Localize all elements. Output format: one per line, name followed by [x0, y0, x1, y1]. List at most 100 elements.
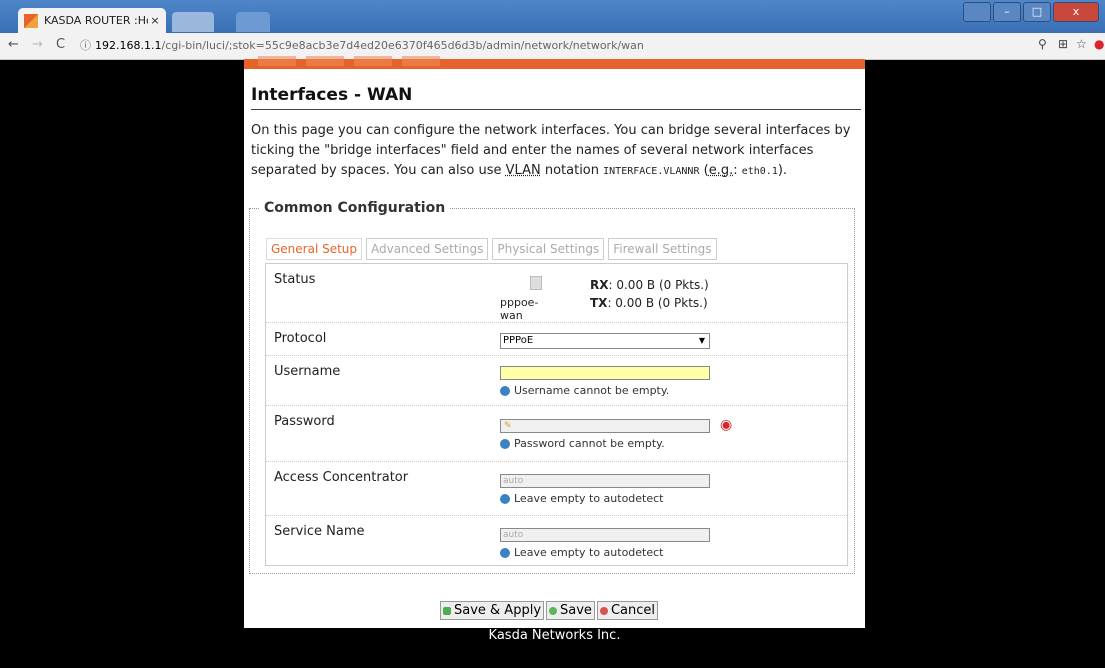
translate-icon[interactable]: ⊞ [1058, 37, 1068, 51]
common-configuration-fieldset: Common Configuration General Setup Advan… [249, 200, 855, 574]
eth-example: eth0.1 [741, 166, 778, 177]
bookmark-star-icon[interactable]: ☆ [1076, 37, 1087, 51]
access-concentrator-field-wrap: auto Leave empty to autodetect [500, 474, 710, 505]
tx-value: : 0.00 B (0 Pkts.) [607, 296, 708, 310]
service-name-hint-text: Leave empty to autodetect [514, 546, 664, 559]
config-tabs: General Setup Advanced Settings Physical… [266, 238, 717, 260]
back-arrow-icon[interactable]: ← [8, 37, 19, 52]
router-page: Interfaces - WAN On this page you can co… [244, 56, 865, 628]
cancel-button[interactable]: Cancel [596, 601, 658, 620]
password-field-wrap: ✎ ◉ Password cannot be empty. [500, 417, 732, 450]
access-concentrator-hint: Leave empty to autodetect [500, 492, 710, 505]
service-name-input[interactable]: auto [500, 528, 710, 542]
url-host: 192.168.1.1 [95, 39, 162, 52]
info-icon[interactable]: ⓘ [80, 39, 91, 52]
cancel-icon [599, 606, 608, 615]
password-row: Password ✎ ◉ Password cannot be empty. [266, 406, 847, 462]
eg-colon: : [733, 163, 742, 178]
eg-open: ( [699, 163, 709, 178]
protocol-select-value: PPPoE [503, 335, 534, 346]
status-ifname: pppoe-wan [500, 296, 539, 322]
username-field-wrap: Username cannot be empty. [500, 366, 710, 397]
tab-title: KASDA ROUTER :Home [44, 14, 148, 27]
eg-close: ). [777, 163, 788, 178]
username-label: Username [274, 364, 341, 379]
info-icon [500, 438, 510, 449]
reveal-password-eye-icon[interactable]: ◉ [720, 417, 732, 433]
service-name-hint: Leave empty to autodetect [500, 546, 710, 559]
rx-stats: RX: 0.00 B (0 Pkts.) [590, 278, 709, 292]
status-label: Status [274, 272, 316, 287]
save-button[interactable]: Save [546, 601, 595, 620]
user-icon[interactable] [963, 2, 991, 22]
kasda-favicon-icon [24, 13, 38, 28]
chevron-down-icon: ▼ [698, 336, 705, 345]
service-name-label: Service Name [274, 524, 365, 539]
username-input[interactable] [500, 366, 710, 380]
url-path: /cgi-bin/luci/;stok=55c9e8acb3e7d4ed20e6… [161, 39, 644, 52]
access-concentrator-hint-text: Leave empty to autodetect [514, 492, 664, 505]
access-concentrator-input[interactable]: auto [500, 474, 710, 488]
footer-text: Kasda Networks Inc. [488, 628, 621, 643]
access-concentrator-row: Access Concentrator auto Leave empty to … [266, 462, 847, 516]
form-actions: Save & Apply Save Cancel [440, 601, 658, 620]
window-controls: – □ x [963, 2, 1099, 22]
access-concentrator-label: Access Concentrator [274, 470, 409, 485]
opera-extension-icon[interactable]: ● [1094, 37, 1104, 51]
top-menu-strip [244, 56, 865, 69]
general-setup-section: Status pppoe-wan RX: 0.00 B (0 Pkts.) TX… [265, 263, 848, 566]
protocol-field: PPPoE ▼ [500, 333, 710, 349]
save-apply-button[interactable]: Save & Apply [440, 601, 545, 620]
close-window-button[interactable]: x [1053, 2, 1099, 22]
password-hint-text: Password cannot be empty. [514, 437, 665, 450]
eg-abbr: e.g. [708, 163, 734, 178]
protocol-row: Protocol PPPoE ▼ [266, 323, 847, 356]
apply-icon [443, 606, 451, 615]
save-icon [549, 606, 558, 615]
tx-label: TX [590, 296, 608, 310]
save-label: Save [560, 603, 592, 618]
protocol-label: Protocol [274, 331, 327, 346]
status-row: Status pppoe-wan RX: 0.00 B (0 Pkts.) TX… [266, 264, 847, 323]
password-input[interactable]: ✎ [500, 419, 710, 433]
username-row: Username Username cannot be empty. [266, 356, 847, 406]
vlan-abbr: VLAN [505, 163, 541, 178]
page-title: Interfaces - WAN [251, 85, 861, 110]
minimize-button[interactable]: – [993, 2, 1021, 22]
url-field[interactable]: ⓘ 192.168.1.1/cgi-bin/luci/;stok=55c9e8ac… [80, 36, 1020, 56]
page-description: On this page you can configure the netwo… [251, 121, 856, 182]
tab-advanced-settings[interactable]: Advanced Settings [366, 238, 489, 260]
info-icon [500, 385, 510, 396]
reload-icon[interactable]: C [56, 37, 65, 52]
cancel-label: Cancel [610, 603, 655, 618]
browser-tab[interactable]: KASDA ROUTER :Home × [18, 8, 166, 33]
rx-label: RX [590, 278, 609, 292]
tab-firewall-settings[interactable]: Firewall Settings [608, 238, 717, 260]
password-hint: Password cannot be empty. [500, 437, 710, 450]
new-tab-button[interactable] [172, 12, 214, 32]
info-icon [500, 493, 510, 504]
window-titlebar: KASDA ROUTER :Home × – □ x [0, 0, 1105, 33]
tab-general-setup[interactable]: General Setup [266, 238, 363, 260]
save-apply-label: Save & Apply [454, 603, 542, 618]
address-bar: ← → C ⓘ 192.168.1.1/cgi-bin/luci/;stok=55… [0, 33, 1105, 60]
extension-icon[interactable]: ⚲ [1038, 37, 1047, 51]
info-icon [500, 547, 510, 558]
service-name-field-wrap: auto Leave empty to autodetect [500, 528, 710, 559]
fieldset-legend: Common Configuration [264, 200, 446, 216]
blurred-tab [236, 12, 270, 32]
network-interface-icon [530, 276, 542, 290]
forward-arrow-icon[interactable]: → [32, 37, 43, 52]
tx-stats: TX: 0.00 B (0 Pkts.) [590, 296, 708, 310]
username-hint: Username cannot be empty. [500, 384, 710, 397]
notation-text: notation [540, 163, 604, 178]
maximize-button[interactable]: □ [1023, 2, 1051, 22]
tab-close-icon[interactable]: × [148, 14, 162, 27]
service-name-row: Service Name auto Leave empty to autodet… [266, 516, 847, 565]
tab-physical-settings[interactable]: Physical Settings [492, 238, 605, 260]
username-hint-text: Username cannot be empty. [514, 384, 670, 397]
pencil-icon: ✎ [504, 421, 512, 431]
rx-value: : 0.00 B (0 Pkts.) [608, 278, 709, 292]
protocol-select[interactable]: PPPoE ▼ [500, 333, 710, 349]
password-label: Password [274, 414, 335, 429]
